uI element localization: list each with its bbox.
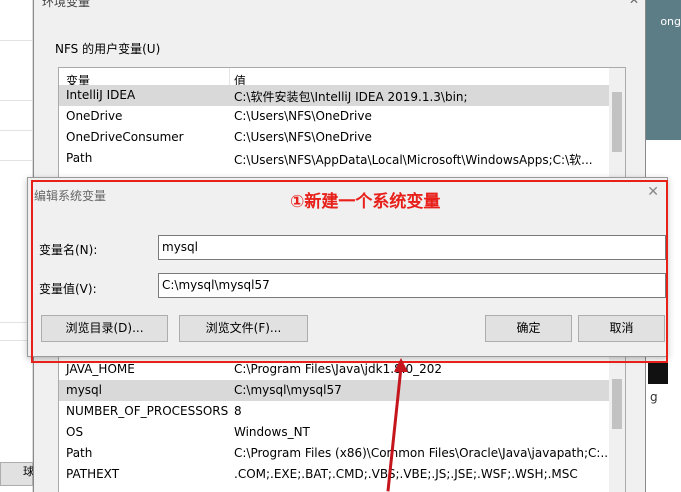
list-item[interactable]: JAVA_HOME C:\Program Files\Java\jdk1.8.0_… bbox=[59, 359, 609, 380]
scrollbar-thumb[interactable] bbox=[612, 92, 622, 152]
list-item[interactable]: OS Windows_NT bbox=[59, 422, 609, 443]
divider bbox=[0, 40, 33, 41]
background-dark-block bbox=[648, 362, 668, 384]
list-item[interactable]: PATHEXT .COM;.EXE;.BAT;.CMD;.VBS;.VBE;.JS… bbox=[59, 464, 609, 485]
variable-value-cell: C:\Program Files (x86)\Common Files\Orac… bbox=[234, 446, 612, 460]
variable-value-cell: .COM;.EXE;.BAT;.CMD;.VBS;.VBE;.JS;.JSE;.… bbox=[234, 467, 578, 481]
list-item[interactable]: NUMBER_OF_PROCESSORS 8 bbox=[59, 401, 609, 422]
variable-name-input[interactable]: mysql bbox=[158, 235, 666, 260]
divider bbox=[0, 100, 33, 101]
list-item[interactable]: IntelliJ IDEA C:\软件安装包\IntelliJ IDEA 2019… bbox=[59, 85, 609, 106]
dialog-title: 编辑系统变量 bbox=[34, 189, 107, 203]
browse-directory-button[interactable]: 浏览目录(D)... bbox=[41, 315, 168, 342]
variable-value-cell: Windows_NT bbox=[234, 425, 310, 439]
variable-value-label: 变量值(V): bbox=[39, 282, 97, 296]
variable-name-cell: JAVA_HOME bbox=[66, 362, 135, 376]
list-item[interactable]: Path C:\Program Files (x86)\Common Files\… bbox=[59, 443, 612, 464]
variable-name-cell: IntelliJ IDEA bbox=[66, 88, 136, 102]
variable-name-cell: OS bbox=[66, 425, 84, 439]
system-variables-list[interactable]: JAVA_HOME C:\Program Files\Java\jdk1.8.0_… bbox=[58, 348, 626, 492]
variable-name-cell: NUMBER_OF_PROCESSORS bbox=[66, 404, 229, 418]
ok-button[interactable]: 确定 bbox=[485, 315, 572, 342]
user-variables-group-label: NFS 的用户变量(U) bbox=[55, 42, 161, 56]
divider bbox=[0, 130, 33, 131]
divider bbox=[0, 160, 33, 161]
background-peek-text-2: g bbox=[650, 390, 658, 404]
variable-value-cell: C:\Users\NFS\AppData\Local\Microsoft\Win… bbox=[234, 153, 593, 167]
background-peek-text: ong bbox=[660, 15, 681, 28]
variable-value-cell: C:\Users\NFS\OneDrive bbox=[234, 109, 372, 123]
list-item[interactable]: OneDriveConsumer C:\Users\NFS\OneDrive bbox=[59, 127, 609, 148]
variable-name-cell: Path bbox=[66, 151, 93, 165]
background-desktop-right: ong bbox=[646, 0, 681, 140]
variable-name-cell: OneDriveConsumer bbox=[66, 130, 184, 144]
annotation-text: ①新建一个系统变量 bbox=[290, 192, 441, 212]
variable-value-cell: C:\Program Files\Java\jdk1.8.0_202 bbox=[234, 362, 443, 376]
list-item[interactable]: OneDrive C:\Users\NFS\OneDrive bbox=[59, 106, 609, 127]
variable-value-cell: C:\软件安装包\IntelliJ IDEA 2019.1.3\bin; bbox=[234, 90, 468, 104]
variable-value-cell: C:\Users\NFS\OneDrive bbox=[234, 130, 372, 144]
list-item[interactable]: mysql C:\mysql\mysql57 bbox=[59, 380, 609, 401]
variable-value-input[interactable]: C:\mysql\mysql57 bbox=[158, 273, 666, 298]
variable-value-cell: 8 bbox=[234, 404, 242, 418]
edit-system-variable-dialog: 编辑系统变量 ✕ ①新建一个系统变量 变量名(N): mysql 变量值(V):… bbox=[27, 177, 668, 357]
scrollbar-thumb[interactable] bbox=[612, 379, 622, 429]
variable-value-cell: C:\mysql\mysql57 bbox=[234, 383, 342, 397]
annotation-arrow-head-icon bbox=[394, 358, 408, 372]
window-title: 环境变量 bbox=[42, 0, 91, 9]
variable-name-cell: OneDrive bbox=[66, 109, 123, 123]
variable-name-label: 变量名(N): bbox=[39, 243, 98, 257]
close-icon[interactable]: ✕ bbox=[647, 184, 659, 200]
background-button[interactable]: 球 bbox=[0, 462, 34, 486]
browse-file-button[interactable]: 浏览文件(F)... bbox=[179, 315, 308, 342]
close-icon[interactable]: ✕ bbox=[629, 0, 639, 7]
variable-name-cell: Path bbox=[66, 446, 93, 460]
variable-name-cell: PATHEXT bbox=[66, 467, 120, 481]
cancel-button[interactable]: 取消 bbox=[578, 315, 665, 342]
scrollbar[interactable] bbox=[609, 349, 625, 492]
list-item[interactable]: Path C:\Users\NFS\AppData\Local\Microsoft… bbox=[59, 148, 609, 169]
variable-name-cell: mysql bbox=[66, 383, 102, 397]
